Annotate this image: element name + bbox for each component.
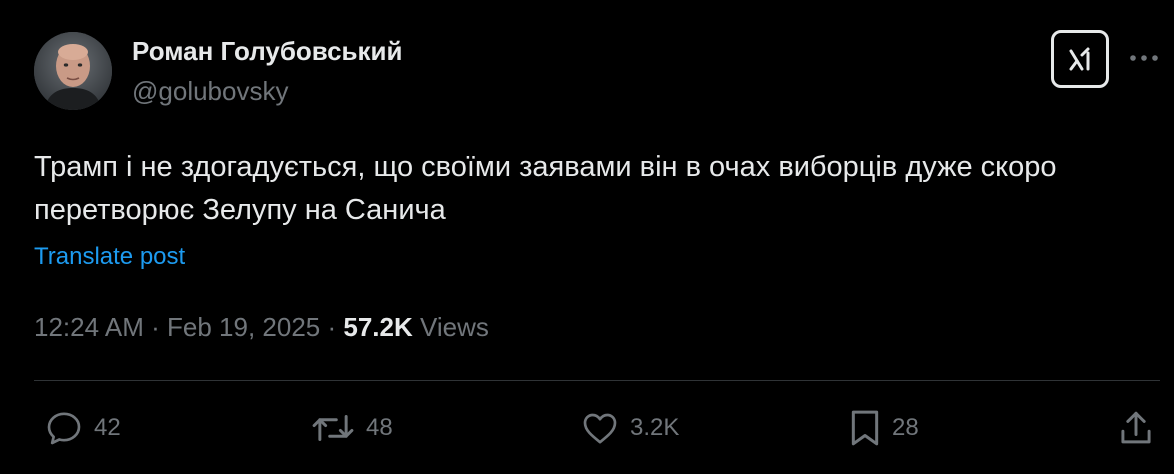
grok-button[interactable] (1051, 30, 1109, 88)
meta-separator: · (151, 312, 160, 342)
views-label: Views (420, 312, 489, 342)
author-display-name[interactable]: Роман Голубовський (132, 36, 403, 67)
heart-icon (583, 413, 617, 444)
tweet-meta: 12:24 AM · Feb 19, 2025 · 57.2K Views (34, 312, 489, 343)
divider (34, 380, 1160, 381)
bookmark-icon (851, 410, 879, 446)
tweet-time[interactable]: 12:24 AM (34, 312, 144, 342)
avatar-photo (34, 32, 112, 110)
repost-icon (312, 415, 354, 441)
repost-button[interactable]: 48 (310, 406, 393, 450)
like-count: 3.2K (630, 414, 680, 441)
bookmark-button[interactable]: 28 (848, 406, 919, 450)
reply-count: 42 (94, 414, 121, 441)
more-dots-icon (1130, 55, 1158, 61)
meta-separator: · (327, 312, 337, 342)
avatar[interactable] (34, 32, 112, 110)
grok-icon (1069, 47, 1090, 71)
share-icon (1121, 411, 1151, 444)
views-count: 57.2K (343, 312, 413, 342)
repost-count: 48 (366, 414, 393, 441)
tweet-text: Трамп і не здогадується, що своїми заява… (34, 151, 1057, 226)
like-button[interactable]: 3.2K (580, 406, 679, 450)
more-options-button[interactable] (1128, 46, 1160, 70)
bookmark-count: 28 (892, 414, 919, 441)
author-handle[interactable]: @golubovsky (132, 76, 288, 107)
translate-post-link[interactable]: Translate post (34, 243, 185, 271)
tweet-date[interactable]: Feb 19, 2025 (167, 312, 320, 342)
share-button[interactable] (1118, 406, 1154, 450)
reply-button[interactable]: 42 (44, 406, 121, 450)
reply-icon (47, 412, 81, 445)
